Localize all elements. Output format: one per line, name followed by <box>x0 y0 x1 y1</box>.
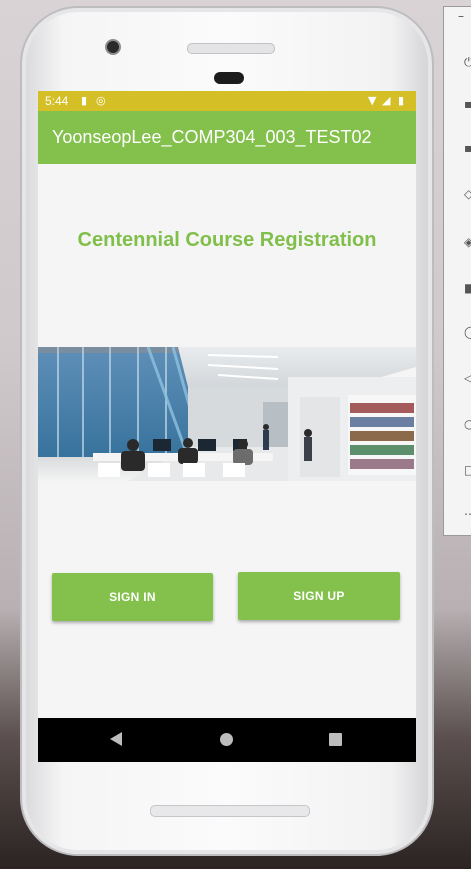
power-icon[interactable]: ⏻ <box>464 55 471 69</box>
volume-up-icon[interactable]: ▪ <box>464 97 471 111</box>
phone-screen: 5:44 ▮ ◎ ▼ ◢ ▮ YoonseopLee_COMP304_003_T… <box>38 91 416 762</box>
more-icon[interactable]: ⋯ <box>464 507 471 521</box>
volume-down-icon[interactable]: ▪ <box>464 141 471 155</box>
wifi-icon: ▼ <box>368 94 377 107</box>
sync-icon: ◎ <box>96 94 106 107</box>
battery-icon: ▮ <box>398 94 405 107</box>
library-photo-graphic <box>38 347 416 481</box>
emulator-toolbar: – ⏻ ▪ ▪ ◇ ◈ ■ ◯ ◁ ○ □ ⋯ <box>443 6 471 536</box>
signal-icon: ◢ <box>382 94 391 107</box>
proximity-sensor <box>214 72 244 84</box>
recents-icon[interactable] <box>329 733 342 746</box>
app-bar: YoonseopLee_COMP304_003_TEST02 <box>38 111 416 164</box>
rotate-left-icon[interactable]: ◇ <box>464 187 471 201</box>
home-icon[interactable] <box>220 733 233 746</box>
home-icon[interactable]: ○ <box>464 417 471 431</box>
bottom-speaker <box>150 805 310 817</box>
rotate-right-icon[interactable]: ◈ <box>464 235 471 249</box>
back-icon[interactable] <box>110 732 122 746</box>
sign-up-button[interactable]: SIGN UP <box>238 572 400 620</box>
overview-icon[interactable]: □ <box>464 463 471 477</box>
earpiece-speaker <box>187 43 275 54</box>
library-photo <box>38 347 416 481</box>
sign-in-button[interactable]: SIGN IN <box>52 573 213 621</box>
app-title: YoonseopLee_COMP304_003_TEST02 <box>52 127 372 147</box>
camera-icon[interactable]: ■ <box>464 281 471 295</box>
sd-card-icon: ▮ <box>81 94 88 107</box>
front-camera <box>105 39 121 55</box>
back-icon[interactable]: ◁ <box>464 371 471 385</box>
status-time: 5:44 <box>45 94 69 108</box>
page-heading: Centennial Course Registration <box>77 229 377 251</box>
status-bar: 5:44 ▮ ◎ ▼ ◢ ▮ <box>38 91 416 111</box>
minimize-icon[interactable]: – <box>458 9 464 23</box>
zoom-icon[interactable]: ◯ <box>464 325 471 339</box>
navigation-bar <box>38 718 416 762</box>
